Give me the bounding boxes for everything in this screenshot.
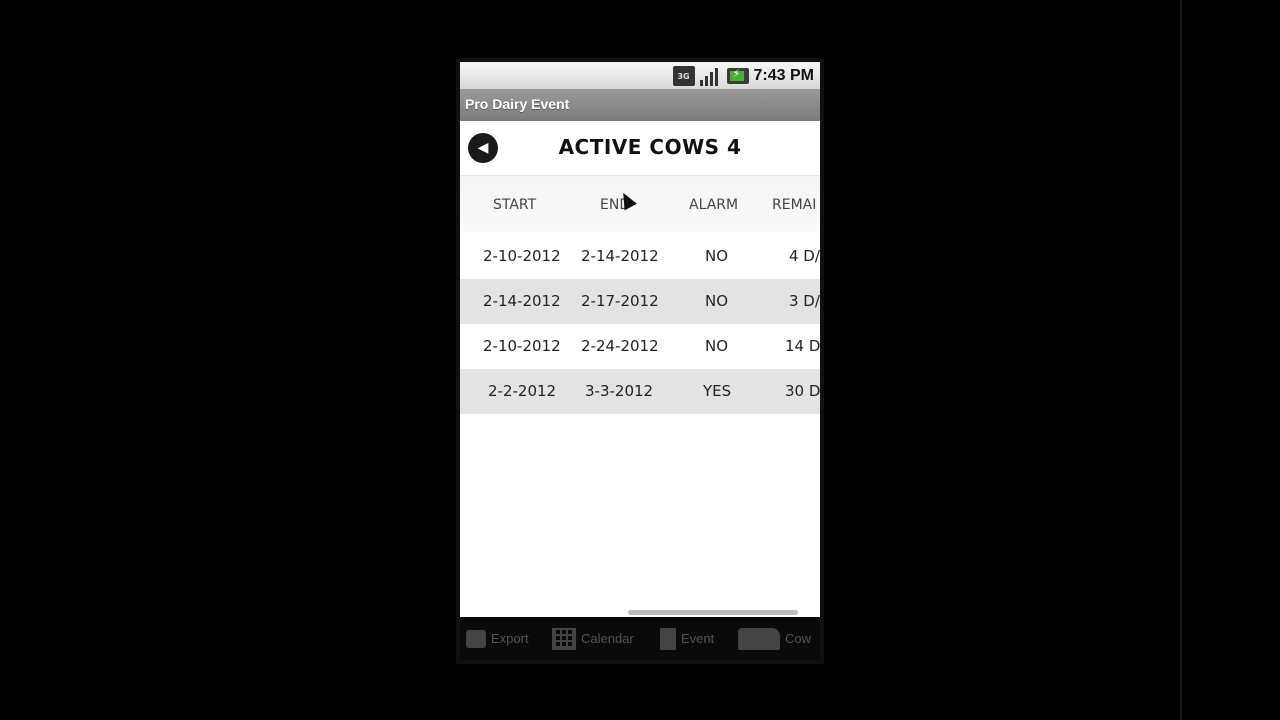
start-cell: 2-10-2012 [483,247,561,265]
column-header-start[interactable]: START [493,197,536,213]
tab-calendar-label: Calendar [581,631,634,646]
app-title-bar: Pro Dairy Event [460,89,820,122]
table-header: START END ALARM REMAI [460,175,820,232]
app-screen: 3G 7:43 PM Pro Dairy Event ◀ ACTIVE COWS… [460,62,820,660]
start-cell: 2-10-2012 [483,337,561,355]
signal-icon [699,66,722,86]
end-cell: 3-3-2012 [585,382,654,400]
remaining-cell: 14 D [785,337,820,355]
table-row[interactable]: 2-14-2012 2-17-2012 NO 3 D/ [460,279,820,324]
remaining-cell: 4 D/ [789,247,820,265]
alarm-cell: NO [705,337,729,355]
table-row[interactable]: 2-10-2012 2-14-2012 NO 4 D/ [460,234,820,279]
tab-cow[interactable]: Cow [738,617,811,660]
end-cell: 2-24-2012 [581,337,659,355]
bottom-tab-bar: Export Calendar Event Cow [460,617,820,660]
column-header-alarm[interactable]: ALARM [689,197,738,213]
network-3g-icon: 3G [672,66,695,86]
alarm-cell: NO [705,247,729,265]
start-cell: 2-2-2012 [488,382,557,400]
tab-event[interactable]: Event [660,617,714,660]
phone-frame: 3G 7:43 PM Pro Dairy Event ◀ ACTIVE COWS… [456,58,824,664]
background-edge-line [1180,0,1182,720]
battery-charging-icon [726,67,749,84]
event-icon [660,627,676,650]
page-title: ACTIVE COWS 4 [558,135,742,159]
tab-event-label: Event [681,631,715,646]
alarm-cell: NO [705,292,729,310]
alarm-cell: YES [703,382,732,400]
horizontal-scrollbar[interactable] [628,610,798,615]
column-header-remaining[interactable]: REMAI [772,197,816,213]
start-cell: 2-14-2012 [483,292,561,310]
app-title: Pro Dairy Event [465,96,570,112]
calendar-icon [552,627,576,650]
table-row[interactable]: 2-2-2012 3-3-2012 YES 30 D [460,369,820,414]
cow-icon [738,627,780,650]
page-header: ◀ ACTIVE COWS 4 [460,121,820,175]
tab-cow-label: Cow [785,631,812,646]
end-cell: 2-17-2012 [581,292,659,310]
export-icon [466,629,486,648]
remaining-cell: 30 D [785,382,820,400]
tab-calendar[interactable]: Calendar [552,617,634,660]
remaining-cell: 3 D/ [789,292,820,310]
status-bar: 3G 7:43 PM [460,62,820,89]
status-clock: 7:43 PM [753,67,814,84]
table-row[interactable]: 2-10-2012 2-24-2012 NO 14 D [460,324,820,369]
tab-export[interactable]: Export [466,617,529,660]
end-cell: 2-14-2012 [581,247,659,265]
tab-export-label: Export [491,631,529,646]
